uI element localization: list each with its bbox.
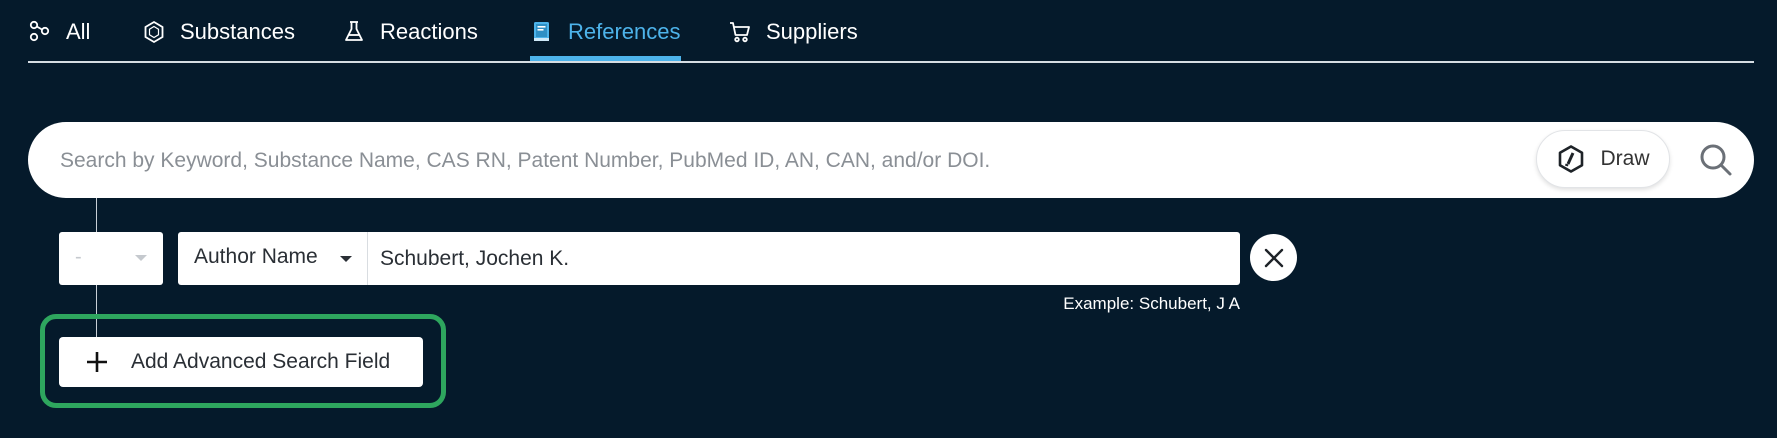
search-field-value: Author Name (194, 245, 318, 268)
tab-suppliers[interactable]: Suppliers (728, 14, 858, 62)
book-icon (530, 20, 554, 44)
boolean-operator-value: - (75, 246, 82, 268)
tab-references[interactable]: References (530, 14, 681, 62)
tab-all[interactable]: All (28, 14, 90, 62)
hexagon-icon (142, 20, 166, 44)
draw-button-label: Draw (1600, 147, 1650, 170)
chevron-down-icon (340, 256, 352, 262)
add-advanced-search-field-label: Add Advanced Search Field (131, 350, 391, 373)
tab-references-label: References (568, 19, 681, 44)
remove-field-button[interactable] (1250, 234, 1297, 281)
cart-icon (728, 20, 752, 44)
search-input[interactable] (58, 140, 1532, 182)
field-example-hint: Example: Schubert, J A (1050, 294, 1240, 314)
chevron-down-icon (135, 255, 147, 261)
flask-icon (342, 20, 366, 44)
add-advanced-search-field-button[interactable]: Add Advanced Search Field (59, 337, 423, 387)
author-name-input[interactable] (368, 232, 1240, 285)
tab-substances[interactable]: Substances (142, 14, 295, 62)
tab-substances-label: Substances (180, 19, 295, 44)
tab-divider (28, 61, 1754, 63)
example-value: Schubert, J A (1138, 294, 1240, 313)
draw-button[interactable]: Draw (1536, 130, 1670, 188)
tab-reactions-label: Reactions (380, 19, 478, 44)
boolean-operator-select[interactable]: - (59, 232, 163, 285)
search-icon[interactable] (1698, 142, 1734, 178)
search-bar: Draw (28, 122, 1754, 198)
example-label: Example: (1063, 294, 1135, 313)
tab-all-label: All (66, 19, 91, 44)
molecule-icon (28, 20, 52, 44)
close-icon (1264, 248, 1283, 267)
search-tabs: All Substances Reactions References Supp… (28, 0, 1754, 62)
plus-icon (85, 350, 109, 374)
tab-reactions[interactable]: Reactions (342, 14, 478, 62)
tab-suppliers-label: Suppliers (766, 19, 858, 44)
search-field-select[interactable]: Author Name (178, 232, 368, 285)
draw-structure-icon (1556, 144, 1586, 174)
